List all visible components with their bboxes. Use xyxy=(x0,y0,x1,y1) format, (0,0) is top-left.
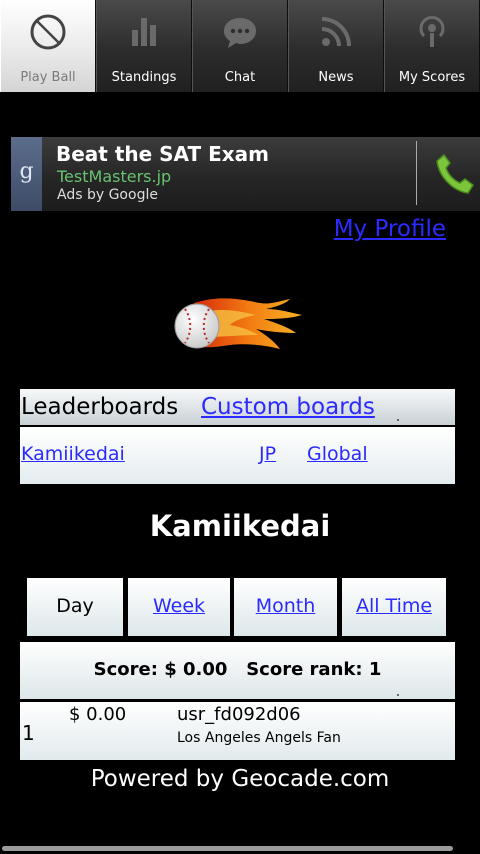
tab-news[interactable]: News xyxy=(288,0,384,92)
my-profile-link[interactable]: My Profile xyxy=(334,216,446,242)
score-text: Score: $ 0.00 Score rank: 1 xyxy=(93,659,382,680)
score-summary: Score: $ 0.00 Score rank: 1 xyxy=(20,642,455,699)
chat-bubble-icon xyxy=(224,18,256,48)
period-all-time[interactable]: All Time xyxy=(342,578,446,636)
entry-team: Los Angeles Angels Fan xyxy=(177,730,341,746)
ad-attribution: Ads by Google xyxy=(57,187,158,203)
ad-title[interactable]: Beat the SAT Exam xyxy=(56,142,269,166)
tab-label: Chat xyxy=(224,70,256,85)
table-row[interactable]: 1 $ 0.00 usr_fd092d06 Los Angeles Angels… xyxy=(20,702,455,760)
phone-icon[interactable] xyxy=(431,149,479,197)
entry-rank: 1 xyxy=(22,721,35,745)
tab-bar: Play Ball Standings Chat News My Scores xyxy=(0,0,480,92)
tab-standings[interactable]: Standings xyxy=(96,0,192,92)
rss-icon xyxy=(321,17,351,47)
flaming-baseball-icon xyxy=(174,298,302,349)
period-day[interactable]: Day xyxy=(27,578,123,636)
entry-username: usr_fd092d06 xyxy=(177,704,301,725)
podcast-icon xyxy=(419,16,445,47)
tab-my-scores[interactable]: My Scores xyxy=(384,0,480,92)
custom-boards-link[interactable]: Custom boards xyxy=(201,394,375,420)
tab-play-ball[interactable]: Play Ball xyxy=(0,0,96,92)
decorative-dot xyxy=(397,419,399,421)
period-month[interactable]: Month xyxy=(234,578,337,636)
google-icon: g xyxy=(11,137,42,211)
leaderboard-link-kamiikedai[interactable]: Kamiikedai xyxy=(21,443,125,465)
leaderboards-header: Leaderboards Custom boards xyxy=(20,389,455,425)
tab-label: News xyxy=(318,70,354,85)
tab-label: My Scores xyxy=(398,70,466,85)
powered-by: Powered by Geocade.com xyxy=(90,766,390,792)
tab-label: Standings xyxy=(111,70,177,85)
tab-chat[interactable]: Chat xyxy=(192,0,288,92)
baseball-icon xyxy=(30,14,66,50)
tab-label: Play Ball xyxy=(20,70,76,85)
period-week[interactable]: Week xyxy=(128,578,230,636)
leaderboards-title: Leaderboards xyxy=(21,394,179,420)
leaderboard-scope-links: Kamiikedai JP Global xyxy=(20,427,455,484)
board-title: Kamiikedai xyxy=(149,509,331,543)
standings-icon xyxy=(132,18,156,46)
google-letter: g xyxy=(19,159,34,184)
entry-score: $ 0.00 xyxy=(69,704,127,725)
ad-banner[interactable]: g Beat the SAT Exam TestMasters.jp Ads b… xyxy=(11,137,480,211)
decorative-dot xyxy=(397,694,399,696)
ad-divider xyxy=(416,141,417,205)
ad-site[interactable]: TestMasters.jp xyxy=(57,167,171,186)
leaderboard-link-global[interactable]: Global xyxy=(307,443,368,465)
leaderboard-link-jp[interactable]: JP xyxy=(259,443,276,465)
horizontal-scrollbar[interactable] xyxy=(2,846,453,851)
